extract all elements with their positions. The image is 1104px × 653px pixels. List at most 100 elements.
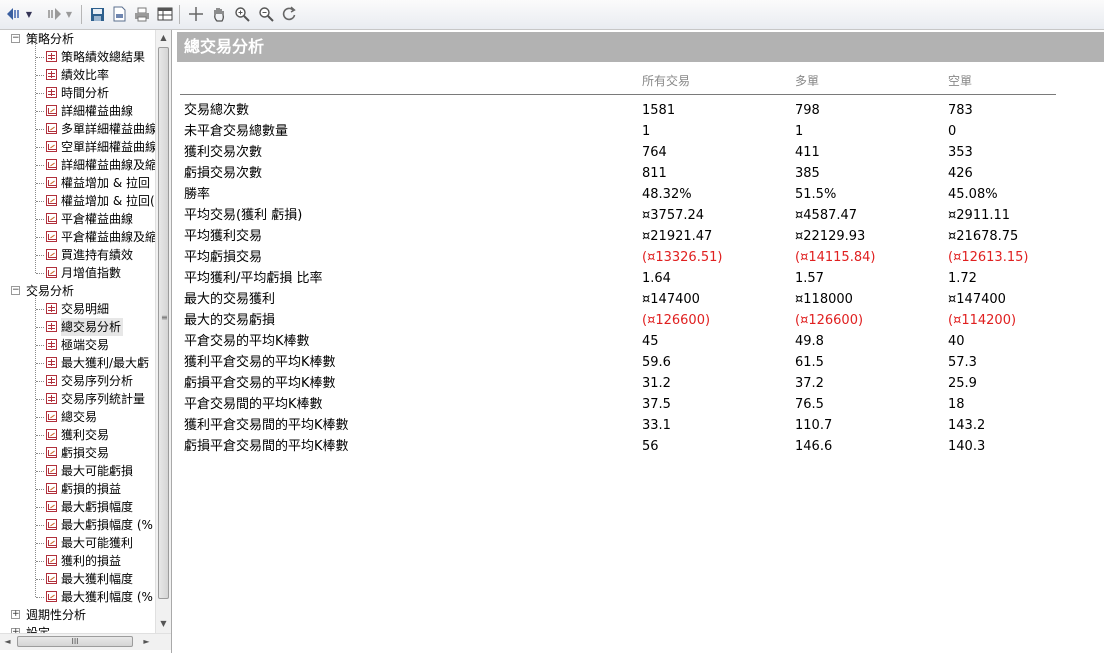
tree-item[interactable]: 虧損的損益 xyxy=(0,480,155,498)
expand-icon[interactable]: + xyxy=(11,610,20,619)
table-cell: 798 xyxy=(795,103,820,118)
table-cell: 110.7 xyxy=(795,418,833,433)
tree-item-label: 虧損的損益 xyxy=(61,482,122,496)
chart-icon xyxy=(46,141,57,152)
table-cell: (¤12613.15) xyxy=(948,250,1029,265)
save-icon[interactable] xyxy=(88,5,106,23)
table-cell: 59.6 xyxy=(642,355,671,370)
tree-item[interactable]: 交易序列統計量 xyxy=(0,390,155,408)
scroll-down-icon[interactable]: ▼ xyxy=(156,616,171,632)
row-label: 勝率 xyxy=(184,187,211,202)
tree-item[interactable]: 權益增加 & 拉回 xyxy=(0,174,155,192)
table-cell: 1581 xyxy=(642,103,676,118)
tree-item[interactable]: 最大虧損幅度 xyxy=(0,498,155,516)
table-cell: 1.57 xyxy=(795,271,824,286)
export-pdf-icon[interactable] xyxy=(110,5,128,23)
tree-item[interactable]: 最大獲利/最大虧 xyxy=(0,354,155,372)
tree-item-label: 虧損交易 xyxy=(61,446,110,460)
table-row: 平均虧損交易 (¤13326.51) (¤14115.84) (¤12613.15) xyxy=(177,247,1104,268)
tree-item[interactable]: 策略績效總結果 xyxy=(0,48,155,66)
row-label: 最大的交易虧損 xyxy=(184,313,276,328)
table-cell: 57.3 xyxy=(948,355,977,370)
tree-item[interactable]: 月增值指數 xyxy=(0,264,155,282)
table-cell: 37.5 xyxy=(642,397,671,412)
table-cell: 37.2 xyxy=(795,376,824,391)
tree-item[interactable]: 空單詳細權益曲線 xyxy=(0,138,155,156)
tree-item[interactable]: 最大獲利幅度 (% xyxy=(0,588,155,606)
zoom-in-icon[interactable] xyxy=(233,5,251,23)
tree-item[interactable]: 權益增加 & 拉回( xyxy=(0,192,155,210)
tree-item[interactable]: 交易序列分析 xyxy=(0,372,155,390)
tree-item[interactable]: 總交易分析 xyxy=(0,318,155,336)
table-row: 最大的交易獲利 ¤147400 ¤118000 ¤147400 xyxy=(177,289,1104,310)
row-label: 平均虧損交易 xyxy=(184,250,263,265)
table-cell: ¤118000 xyxy=(795,292,853,307)
table-cell: ¤4587.47 xyxy=(795,208,858,223)
toolbar: ▼ ▼ xyxy=(0,0,1104,30)
table-cell: 61.5 xyxy=(795,355,824,370)
table-cell: 25.9 xyxy=(948,376,977,391)
zoom-out-icon[interactable] xyxy=(257,5,275,23)
table-row: 平均獲利/平均虧損 比率 1.64 1.57 1.72 xyxy=(177,268,1104,289)
table-cell: 40 xyxy=(948,334,965,349)
refresh-icon[interactable] xyxy=(280,5,298,23)
tree-item[interactable]: 績效比率 xyxy=(0,66,155,84)
sidebar-vertical-scrollbar[interactable]: ▲ ≡ ▼ xyxy=(155,30,171,633)
row-label: 交易總次數 xyxy=(184,103,250,118)
scroll-up-icon[interactable]: ▲ xyxy=(156,30,171,46)
tree-item[interactable]: 總交易 xyxy=(0,408,155,426)
chart-icon xyxy=(46,123,57,134)
tree-item[interactable]: 虧損交易 xyxy=(0,444,155,462)
row-label: 獲利平倉交易的平均K棒數 xyxy=(184,355,336,370)
tree-item[interactable]: 多單詳細權益曲線 xyxy=(0,120,155,138)
table-view-icon[interactable] xyxy=(156,5,174,23)
tree-item-label: 空單詳細權益曲線 xyxy=(61,140,155,154)
collapse-icon[interactable]: − xyxy=(11,34,20,43)
print-icon[interactable] xyxy=(133,5,151,23)
hand-pan-icon[interactable] xyxy=(210,5,228,23)
tree-item[interactable]: 獲利的損益 xyxy=(0,552,155,570)
back-icon[interactable] xyxy=(5,5,23,23)
tree-item[interactable]: 交易明細 xyxy=(0,300,155,318)
chart-icon xyxy=(46,249,57,260)
tree-item[interactable]: 詳細權益曲線 xyxy=(0,102,155,120)
table-cell: 411 xyxy=(795,145,820,160)
crosshair-icon[interactable] xyxy=(187,5,205,23)
chart-icon xyxy=(46,105,57,116)
tree-item[interactable]: 最大虧損幅度 (% xyxy=(0,516,155,534)
table-cell: (¤126600) xyxy=(642,313,711,328)
back-dropdown-icon[interactable]: ▼ xyxy=(24,5,34,23)
table-row: 未平倉交易總數量 1 1 0 xyxy=(177,121,1104,142)
forward-dropdown-icon[interactable]: ▼ xyxy=(64,5,74,23)
table-cell: 811 xyxy=(642,166,667,181)
tree-item[interactable]: 極端交易 xyxy=(0,336,155,354)
row-label: 平均獲利交易 xyxy=(184,229,263,244)
table-icon xyxy=(46,321,57,332)
table-cell: ¤3757.24 xyxy=(642,208,705,223)
tree-item[interactable]: 最大可能虧損 xyxy=(0,462,155,480)
table-cell: (¤14115.84) xyxy=(795,250,876,265)
forward-icon[interactable] xyxy=(45,5,63,23)
chart-icon xyxy=(46,231,57,242)
collapse-icon[interactable]: − xyxy=(11,286,20,295)
scrollbar-thumb[interactable]: ≡ xyxy=(158,47,169,599)
tree-item[interactable]: 獲利交易 xyxy=(0,426,155,444)
tree-item[interactable]: 平倉權益曲線及縮 xyxy=(0,228,155,246)
table-cell: 76.5 xyxy=(795,397,824,412)
tree-item[interactable]: 詳細權益曲線及縮 xyxy=(0,156,155,174)
sidebar-tree-panel: − 策略分析 策略績效總結果 績效比率 時間分析 詳細權益曲線 多單詳細權益曲線 空單詳細權益… xyxy=(0,30,172,653)
table-cell: (¤13326.51) xyxy=(642,250,723,265)
tree-item[interactable]: 買進持有績效 xyxy=(0,246,155,264)
table-icon xyxy=(46,69,57,80)
sidebar-horizontal-scrollbar[interactable]: ◄ III ► xyxy=(0,633,171,650)
scroll-left-icon[interactable]: ◄ xyxy=(0,634,15,650)
tree-item[interactable]: 最大可能獲利 xyxy=(0,534,155,552)
table-cell: 140.3 xyxy=(948,439,986,454)
table-cell: 48.32% xyxy=(642,187,692,202)
tree-item[interactable]: 平倉權益曲線 xyxy=(0,210,155,228)
horizontal-scrollbar-thumb[interactable]: III xyxy=(17,636,133,647)
table-row: 平倉交易的平均K棒數 45 49.8 40 xyxy=(177,331,1104,352)
tree-item[interactable]: 最大獲利幅度 xyxy=(0,570,155,588)
scroll-right-icon[interactable]: ► xyxy=(139,634,154,650)
tree-item[interactable]: 時間分析 xyxy=(0,84,155,102)
